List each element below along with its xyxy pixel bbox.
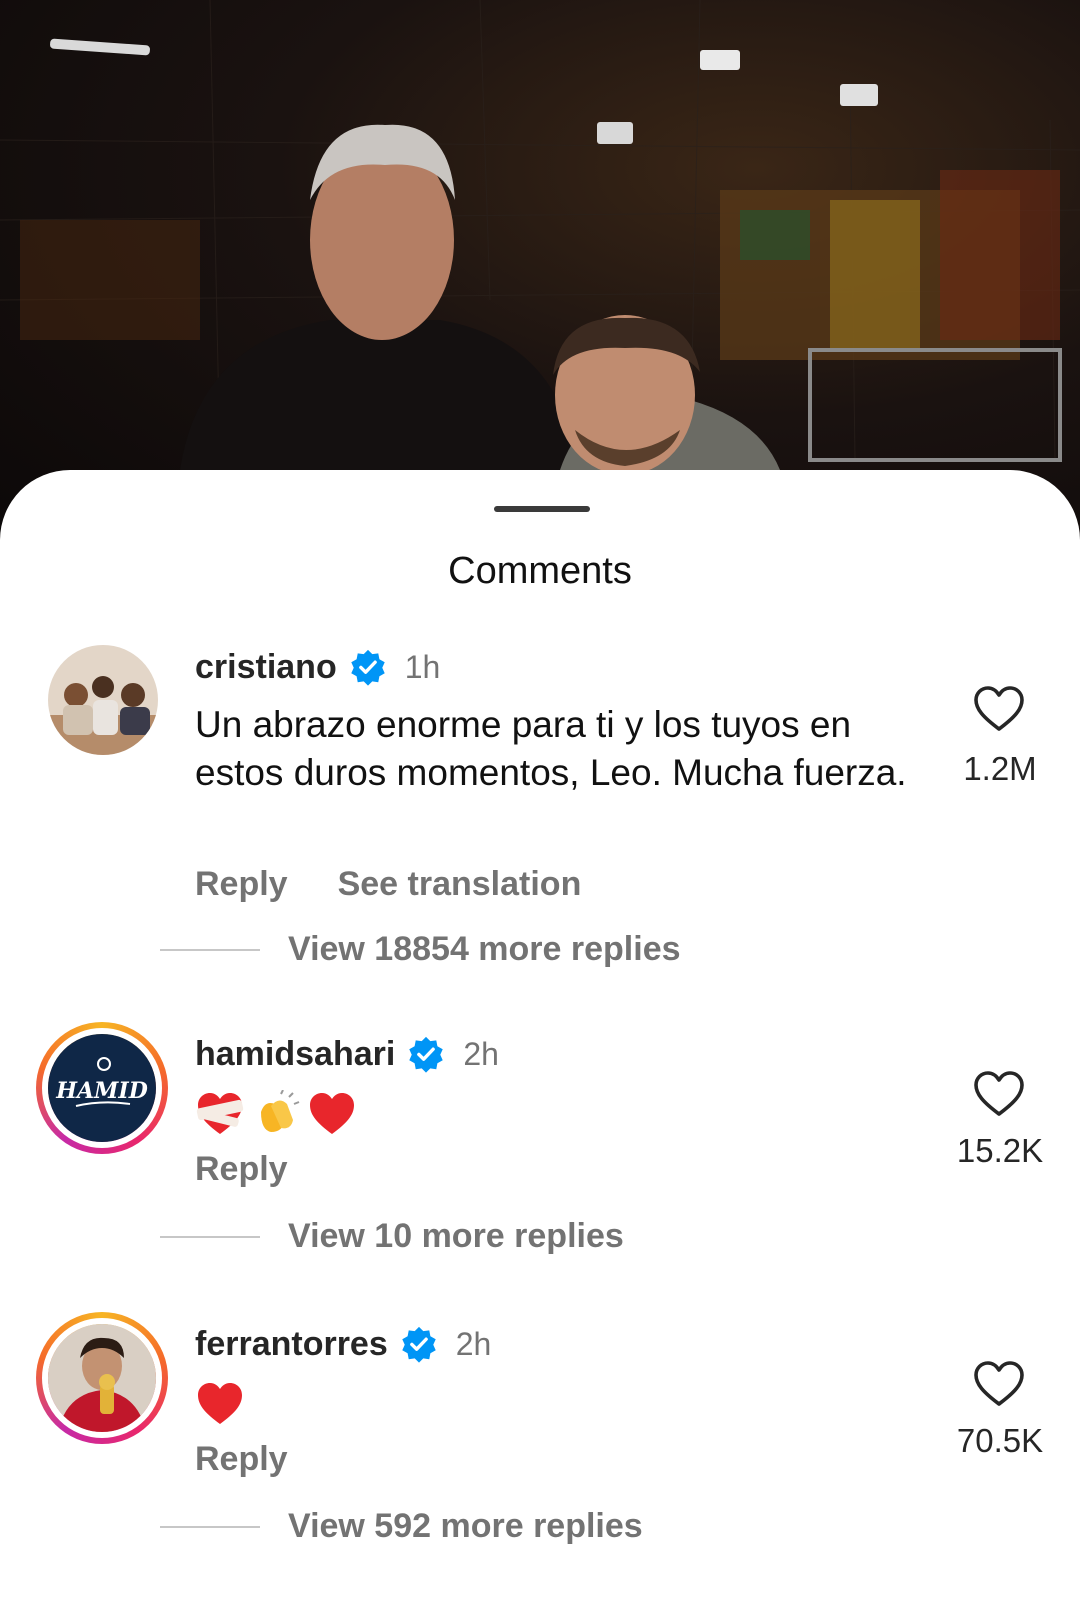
like-heart-icon[interactable] bbox=[973, 1070, 1025, 1118]
replies-divider-line bbox=[160, 1235, 260, 1238]
sheet-title: Comments bbox=[448, 550, 632, 592]
comment-time: 1h bbox=[404, 648, 441, 685]
verified-badge-icon bbox=[350, 649, 385, 686]
sheet-drag-handle[interactable] bbox=[494, 506, 590, 512]
username[interactable]: ferrantorres bbox=[195, 1325, 388, 1364]
like-heart-icon[interactable] bbox=[973, 685, 1025, 733]
comment-time: 2h bbox=[463, 1035, 499, 1072]
username[interactable]: cristiano bbox=[195, 648, 337, 687]
heart-with-bandage-icon bbox=[196, 1093, 244, 1134]
see-translation-button[interactable]: See translation bbox=[338, 865, 582, 904]
replies-divider-line bbox=[160, 1525, 260, 1528]
comment-time: 2h bbox=[455, 1325, 492, 1362]
view-more-replies-label[interactable]: View 592 more replies bbox=[288, 1507, 643, 1546]
avatar-image bbox=[48, 1324, 156, 1432]
avatar[interactable] bbox=[48, 645, 158, 755]
verified-badge-icon bbox=[409, 1036, 444, 1073]
comment-text: Un abrazo enorme para ti y los tuyos en … bbox=[195, 704, 907, 793]
red-heart-icon bbox=[198, 1383, 242, 1424]
view-more-replies[interactable]: View 592 more replies bbox=[160, 1507, 643, 1546]
red-heart-icon bbox=[310, 1093, 354, 1134]
verified-badge-icon bbox=[402, 1326, 436, 1363]
like-count: 70.5K bbox=[956, 1422, 1044, 1459]
view-more-replies-label[interactable]: View 18854 more replies bbox=[288, 930, 681, 969]
replies-divider-line bbox=[160, 948, 260, 951]
avatar-image bbox=[48, 645, 158, 755]
avatar-story-ring[interactable] bbox=[36, 1312, 168, 1444]
reply-button[interactable]: Reply bbox=[195, 1440, 288, 1479]
like-count: 1.2M bbox=[963, 750, 1037, 787]
avatar-logo-text: HAMID bbox=[55, 1078, 148, 1104]
view-more-replies-label[interactable]: View 10 more replies bbox=[288, 1217, 624, 1256]
avatar: HAMID bbox=[42, 1028, 162, 1148]
view-more-replies[interactable]: View 18854 more replies bbox=[160, 930, 681, 969]
clapping-hands-icon bbox=[261, 1090, 300, 1132]
reply-button[interactable]: Reply bbox=[195, 865, 288, 904]
username[interactable]: hamidsahari bbox=[195, 1035, 395, 1074]
like-heart-icon[interactable] bbox=[973, 1360, 1025, 1408]
view-more-replies[interactable]: View 10 more replies bbox=[160, 1217, 624, 1256]
avatar-story-ring[interactable]: HAMID bbox=[36, 1022, 168, 1154]
avatar bbox=[42, 1318, 162, 1438]
reply-button[interactable]: Reply bbox=[195, 1150, 288, 1189]
like-count: 15.2K bbox=[956, 1132, 1044, 1169]
comments-sheet: Comments cristiano 1h Un abrazo enorme p… bbox=[0, 470, 1080, 1609]
hamid-logo-avatar: HAMID bbox=[48, 1034, 156, 1142]
